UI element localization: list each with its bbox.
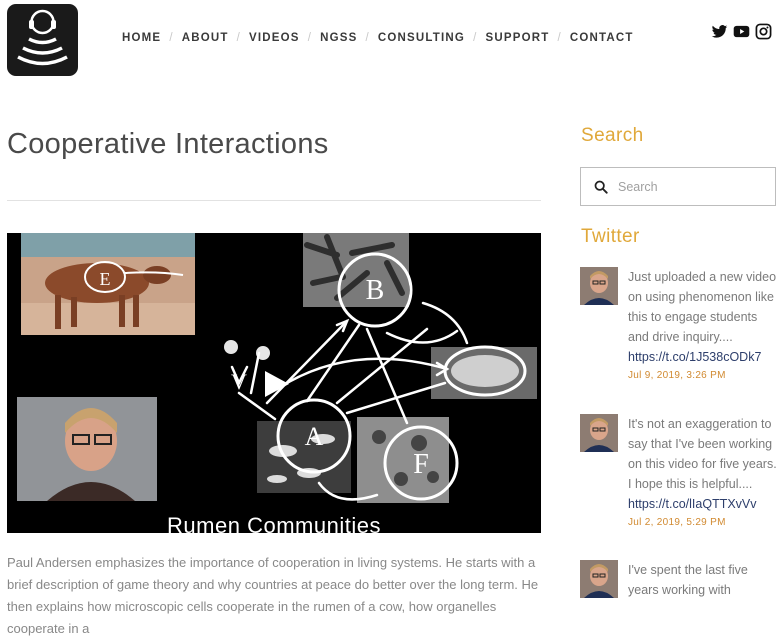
tweet-text: I've spent the last five years working w… <box>628 563 748 597</box>
youtube-icon[interactable] <box>733 23 750 45</box>
title-divider <box>7 200 541 201</box>
nav-ngss[interactable]: NGSS <box>320 32 357 44</box>
nav-separator: / <box>307 32 313 44</box>
video-player[interactable]: B A F E V Rumen Communities <box>7 233 541 533</box>
headphones-logo-icon <box>17 9 68 66</box>
nav-contact[interactable]: CONTACT <box>570 32 634 44</box>
search-icon <box>594 180 608 194</box>
social-links <box>711 23 772 45</box>
tweet-date[interactable]: Jul 2, 2019, 5:29 PM <box>628 517 778 528</box>
nav-home[interactable]: HOME <box>122 32 161 44</box>
search-widget-title: Search <box>581 125 644 146</box>
nav-videos[interactable]: VIDEOS <box>249 32 300 44</box>
diagram-letter-e: E <box>100 269 111 289</box>
tweet-link[interactable]: https://t.co/1J538cODk7 <box>628 347 778 367</box>
main-nav: HOME / ABOUT / VIDEOS / NGSS / CONSULTING / S… <box>122 32 634 44</box>
nav-support[interactable]: SUPPORT <box>485 32 549 44</box>
avatar[interactable] <box>580 560 618 598</box>
diagram-letter-a: A <box>305 422 324 451</box>
avatar[interactable] <box>580 414 618 452</box>
video-caption: Rumen Communities <box>167 513 381 533</box>
video-description: Paul Andersen emphasizes the importance … <box>7 555 539 636</box>
search-box <box>580 167 776 206</box>
nav-about[interactable]: ABOUT <box>182 32 229 44</box>
search-input[interactable] <box>616 178 770 195</box>
nav-separator: / <box>169 32 174 44</box>
nav-separator: / <box>236 32 242 44</box>
diagram-letter-b: B <box>366 275 385 306</box>
nav-separator: / <box>365 32 370 44</box>
page-title: Cooperative Interactions <box>7 128 329 160</box>
play-icon[interactable] <box>259 367 293 401</box>
tweet-link[interactable]: https://t.co/lIaQTTXvVv <box>628 494 778 514</box>
nav-separator: / <box>473 32 478 44</box>
diagram-letter-f: F <box>413 449 429 480</box>
twitter-widget-title: Twitter <box>581 226 640 247</box>
twitter-icon[interactable] <box>711 23 728 45</box>
tweet-text: Just uploaded a new video on using pheno… <box>628 270 777 344</box>
tweet-date[interactable]: Jul 9, 2019, 3:26 PM <box>628 370 778 381</box>
diagram-letter-v: V <box>231 369 247 394</box>
avatar[interactable] <box>580 267 618 305</box>
site-logo[interactable] <box>7 4 78 76</box>
instagram-icon[interactable] <box>755 23 772 45</box>
tweet-text: It's not an exaggeration to say that I'v… <box>628 417 777 491</box>
nav-separator: / <box>557 32 562 44</box>
nav-consulting[interactable]: CONSULTING <box>378 32 465 44</box>
